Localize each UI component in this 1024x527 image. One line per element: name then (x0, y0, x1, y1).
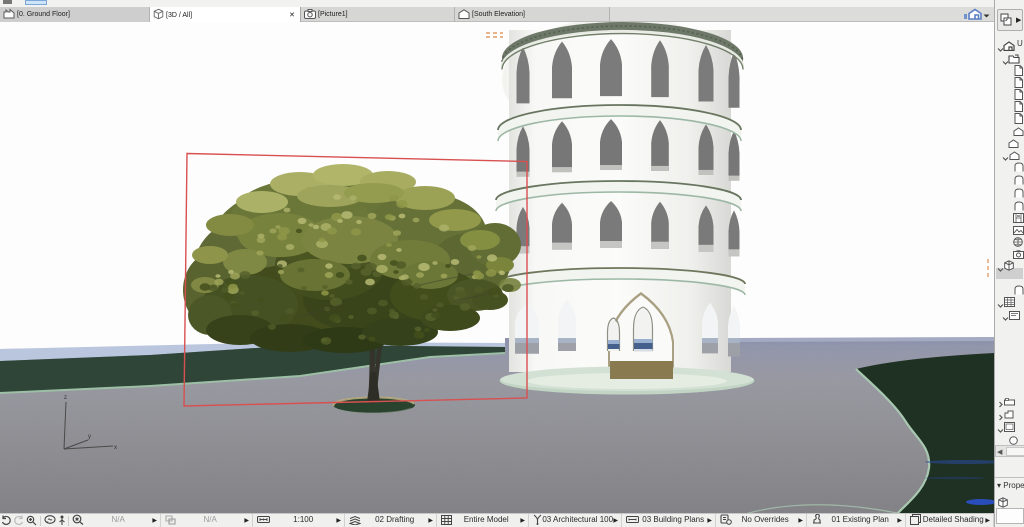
svg-text:x: x (114, 445, 117, 451)
svg-text:y: y (88, 434, 91, 440)
svg-text:z: z (64, 395, 67, 401)
